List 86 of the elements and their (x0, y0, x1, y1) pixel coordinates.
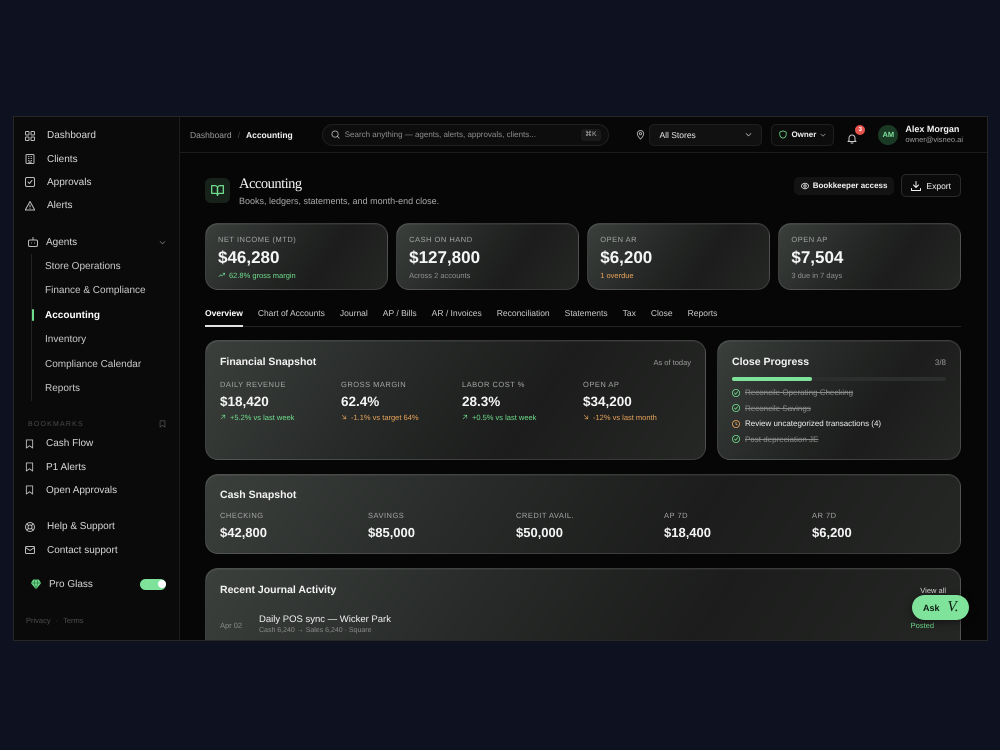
tab[interactable]: Reports (688, 304, 718, 327)
entry-title: Daily POS sync — Wicker Park (259, 614, 391, 626)
tab[interactable]: Tax (622, 304, 636, 327)
card-title: Financial Snapshot (220, 356, 316, 368)
book-icon (205, 178, 230, 203)
sidebar-item[interactable]: Reports (32, 376, 166, 401)
card-title: Close Progress (732, 356, 810, 368)
metric-value: $34,200 (583, 393, 633, 411)
tab[interactable]: AP / Bills (382, 304, 417, 327)
metric-value: $18,400 (664, 524, 712, 542)
location-pin-icon (636, 130, 646, 140)
user-name: Alex Morgan (905, 124, 960, 135)
sidebar-item[interactable]: Help & Support (25, 515, 166, 539)
toggle-switch[interactable] (140, 578, 166, 590)
building-icon (25, 154, 35, 164)
breadcrumb-current: Accounting (246, 130, 293, 140)
tab[interactable]: AR / Invoices (432, 304, 482, 327)
role-dropdown[interactable]: Owner (771, 124, 834, 146)
kpi-value: $46,280 (218, 248, 280, 268)
trend-up-icon (218, 272, 226, 278)
gem-icon (31, 579, 41, 590)
metric-value: $42,800 (220, 524, 268, 542)
tab[interactable]: Close (650, 304, 673, 327)
tab[interactable]: Reconciliation (496, 304, 550, 327)
sidebar-item[interactable]: Accounting (32, 302, 166, 328)
breadcrumb-link[interactable]: Dashboard (190, 130, 232, 140)
eye-icon (800, 182, 809, 190)
page-title: Accounting (239, 176, 303, 192)
tab[interactable]: Statements (564, 304, 608, 327)
task-label: Post depreciation JE (745, 434, 818, 444)
sidebar-item[interactable]: Alerts (25, 194, 166, 218)
metric-value: $85,000 (368, 524, 416, 542)
metric-value: 28.3% (462, 393, 502, 411)
download-icon (911, 180, 922, 190)
chevron-down-icon (820, 132, 826, 138)
chevron-down-icon (745, 131, 752, 138)
export-button[interactable]: Export (901, 174, 961, 197)
kpi-value: $6,200 (600, 248, 654, 268)
sidebar-item[interactable]: Clients (25, 147, 166, 171)
sidebar-item[interactable]: Agents (25, 230, 166, 254)
metric-value: 62.4% (341, 393, 380, 411)
breadcrumb-separator: / (238, 130, 240, 140)
task-label: Reconcile Operating Checking (745, 388, 854, 398)
bookmark-item[interactable]: Open Approvals (25, 478, 166, 502)
metric-value: $6,200 (812, 524, 853, 542)
kpi-value: $127,800 (409, 248, 482, 268)
task-label: Review uncategorized transactions (4) (745, 419, 882, 428)
metric-value: $18,420 (220, 393, 270, 411)
bookmark-item[interactable]: Cash Flow (25, 432, 166, 456)
sidebar-item[interactable]: Contact support (25, 538, 166, 562)
search-icon (330, 130, 340, 139)
warning-icon (25, 200, 35, 211)
mail-icon (25, 545, 35, 556)
ask-button[interactable]: Ask V. (912, 595, 968, 620)
bookmark-icon[interactable] (159, 420, 166, 428)
logo-mark: V. (948, 600, 958, 615)
pro-glass-label: Pro Glass (49, 578, 93, 590)
kpi-value: $7,504 (791, 248, 844, 268)
card-title: Cash Snapshot (220, 488, 298, 502)
sidebar-item[interactable]: Dashboard (25, 124, 166, 148)
store-select[interactable]: All Stores (649, 124, 762, 146)
bookmark-item[interactable]: P1 Alerts (25, 455, 166, 479)
sidebar-item[interactable]: Finance & Compliance (32, 278, 166, 303)
progress-count: 3/8 (934, 358, 946, 366)
robot-icon (28, 237, 38, 248)
sidebar-item[interactable]: Compliance Calendar (32, 352, 166, 376)
metric-value: $50,000 (516, 524, 564, 542)
sidebar-item[interactable]: Approvals (25, 170, 166, 194)
lifebuoy-icon (25, 522, 35, 532)
chevron-down-icon (159, 238, 166, 246)
bell-icon (847, 132, 858, 144)
tab[interactable]: Journal (340, 304, 368, 327)
check-square-icon (25, 177, 35, 188)
bookmark-icon (25, 462, 34, 472)
page-subtitle: Books, ledgers, statements, and month-end close. (239, 195, 440, 207)
shield-icon (779, 130, 788, 139)
sidebar-item[interactable]: Store Operations (32, 254, 166, 278)
grid-icon (25, 130, 35, 141)
sidebar-item[interactable]: Inventory (32, 327, 166, 352)
tab[interactable]: Chart of Accounts (258, 304, 325, 327)
card-title: Recent Journal Activity (220, 584, 336, 596)
task-label: Reconcile Savings (745, 404, 811, 413)
tab[interactable]: Overview (205, 304, 243, 327)
access-button[interactable]: Bookkeeper access (794, 176, 894, 194)
bookmark-icon (25, 438, 34, 449)
bookmark-icon (25, 485, 34, 496)
